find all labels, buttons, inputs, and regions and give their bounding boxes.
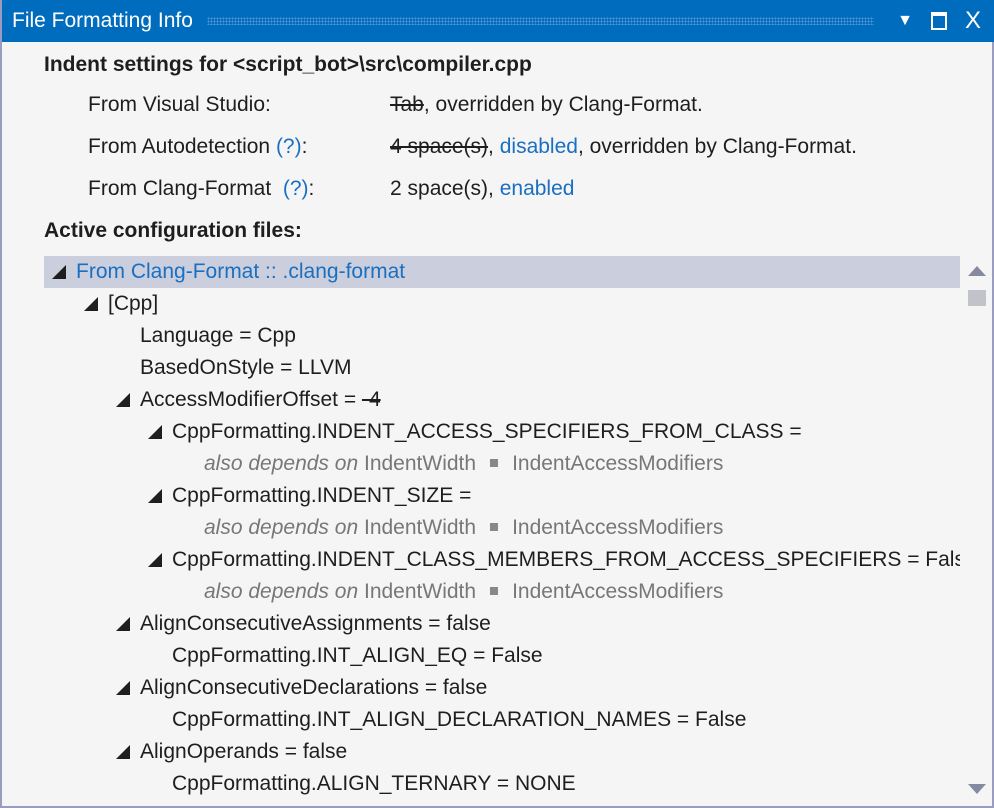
tree-item[interactable]: AlignConsecutiveDeclarations = false: [44, 672, 960, 704]
tree-item[interactable]: Language = Cpp: [44, 320, 960, 352]
tree-item[interactable]: [Cpp]: [44, 288, 960, 320]
dep-a: IndentWidth: [364, 516, 476, 539]
expand-triangle-icon[interactable]: [116, 681, 130, 695]
label: From Clang-Format: [88, 177, 283, 200]
tree-item[interactable]: CppFormatting.INT_ALIGN_DECLARATION_NAME…: [44, 704, 960, 736]
expand-triangle-icon[interactable]: [148, 425, 162, 439]
dep-a: IndentWidth: [364, 452, 476, 475]
tree-item-label: CppFormatting.INT_ALIGN_EQ = False: [172, 644, 543, 667]
dep-prefix: also depends on: [204, 516, 358, 539]
help-link[interactable]: (?): [276, 135, 302, 158]
tree-item-label: CppFormatting.INDENT_ACCESS_SPECIFIERS_F…: [172, 420, 802, 443]
colon: :: [302, 135, 308, 158]
tree-item-label: CppFormatting.INDENT_SIZE =: [172, 484, 471, 507]
label: From Autodetection: [88, 135, 276, 158]
file-formatting-info-window: File Formatting Info ▼ X Indent settings…: [0, 0, 994, 808]
struck-value: Tab: [390, 93, 424, 116]
scroll-down-icon[interactable]: [968, 784, 986, 794]
maximize-icon: [931, 12, 947, 30]
tree-item-label: AccessModifierOffset =: [140, 388, 362, 411]
dep-prefix: also depends on: [204, 452, 358, 475]
tree-item-label: CppFormatting.ALIGN_TERNARY = NONE: [172, 772, 576, 795]
value-note: , overridden by Clang-Format.: [424, 93, 703, 116]
bullet-icon: [490, 587, 498, 595]
dep-b: IndentAccessModifiers: [512, 516, 723, 539]
drag-grip[interactable]: [207, 17, 874, 25]
config-tree[interactable]: From Clang-Format :: .clang-format[Cpp]L…: [44, 256, 960, 808]
tree-item[interactable]: CppFormatting.INDENT_SIZE =: [44, 480, 960, 512]
dependency-note[interactable]: also depends on IndentWidth IndentAccessM…: [44, 576, 960, 608]
window-title: File Formatting Info: [12, 9, 193, 33]
close-icon: X: [965, 7, 981, 35]
tree-item-label: BasedOnStyle = LLVM: [140, 356, 351, 379]
tree-item[interactable]: CppFormatting.INDENT_CLASS_MEMBERS_FROM_…: [44, 544, 960, 576]
tree-item-label: CppFormatting.INT_ALIGN_DECLARATION_NAME…: [172, 708, 746, 731]
dropdown-button[interactable]: ▼: [888, 4, 922, 38]
tree-item[interactable]: BasedOnStyle = LLVM: [44, 352, 960, 384]
struck-value: -4: [362, 388, 381, 411]
close-button[interactable]: X: [956, 4, 990, 38]
bullet-icon: [490, 523, 498, 531]
dep-prefix: also depends on: [204, 580, 358, 603]
value-note: , overridden by Clang-Format.: [578, 135, 857, 158]
expand-triangle-icon[interactable]: [52, 265, 66, 279]
tree-item-label: [Cpp]: [108, 292, 158, 315]
dependency-note[interactable]: also depends on IndentWidth IndentAccessM…: [44, 512, 960, 544]
expand-triangle-icon[interactable]: [84, 297, 98, 311]
sep: ,: [488, 135, 500, 158]
expand-triangle-icon[interactable]: [116, 745, 130, 759]
tree-item-label: AlignOperands = false: [140, 740, 347, 763]
label: From Visual Studio:: [88, 93, 271, 117]
tree-item-label: AlignConsecutiveAssignments = false: [140, 612, 491, 635]
expand-triangle-icon[interactable]: [148, 553, 162, 567]
tree-item[interactable]: CppFormatting.INDENT_ACCESS_SPECIFIERS_F…: [44, 416, 960, 448]
tree-item-label: Language = Cpp: [140, 324, 296, 347]
tree-item-label: CppFormatting.INDENT_CLASS_MEMBERS_FROM_…: [172, 548, 960, 571]
tree-item-label: AlignConsecutiveDeclarations = false: [140, 676, 487, 699]
scroll-thumb[interactable]: [968, 290, 986, 306]
tree-item[interactable]: CppFormatting.ALIGN_TERNARY = NONE: [44, 768, 960, 800]
value: 2 space(s),: [390, 177, 500, 200]
tree-item[interactable]: AlignOperands = false: [44, 736, 960, 768]
expand-triangle-icon[interactable]: [116, 393, 130, 407]
maximize-button[interactable]: [922, 4, 956, 38]
dep-a: IndentWidth: [364, 580, 476, 603]
expand-triangle-icon[interactable]: [148, 489, 162, 503]
chevron-down-icon: ▼: [897, 12, 913, 30]
colon: :: [309, 177, 315, 200]
config-heading: Active configuration files:: [44, 219, 302, 243]
vertical-scrollbar[interactable]: [964, 256, 990, 808]
dep-b: IndentAccessModifiers: [512, 452, 723, 475]
disabled-link[interactable]: disabled: [500, 135, 578, 158]
dependency-note[interactable]: also depends on IndentWidth IndentAccessM…: [44, 448, 960, 480]
title-bar[interactable]: File Formatting Info ▼ X: [2, 0, 994, 42]
tree-item-label: From Clang-Format :: .clang-format: [76, 260, 405, 283]
struck-value: 4 space(s): [390, 135, 488, 158]
bullet-icon: [490, 459, 498, 467]
enabled-link[interactable]: enabled: [500, 177, 575, 200]
tree-item[interactable]: AlignConsecutiveAssignments = false: [44, 608, 960, 640]
expand-triangle-icon[interactable]: [116, 617, 130, 631]
tree-item[interactable]: AccessModifierOffset = -4: [44, 384, 960, 416]
scroll-up-icon[interactable]: [968, 266, 986, 276]
tree-item[interactable]: CppFormatting.INT_ALIGN_EQ = False: [44, 640, 960, 672]
indent-heading: Indent settings for <script_bot>\src\com…: [44, 53, 532, 77]
dep-b: IndentAccessModifiers: [512, 580, 723, 603]
help-link[interactable]: (?): [283, 177, 309, 200]
tree-item[interactable]: From Clang-Format :: .clang-format: [44, 256, 960, 288]
